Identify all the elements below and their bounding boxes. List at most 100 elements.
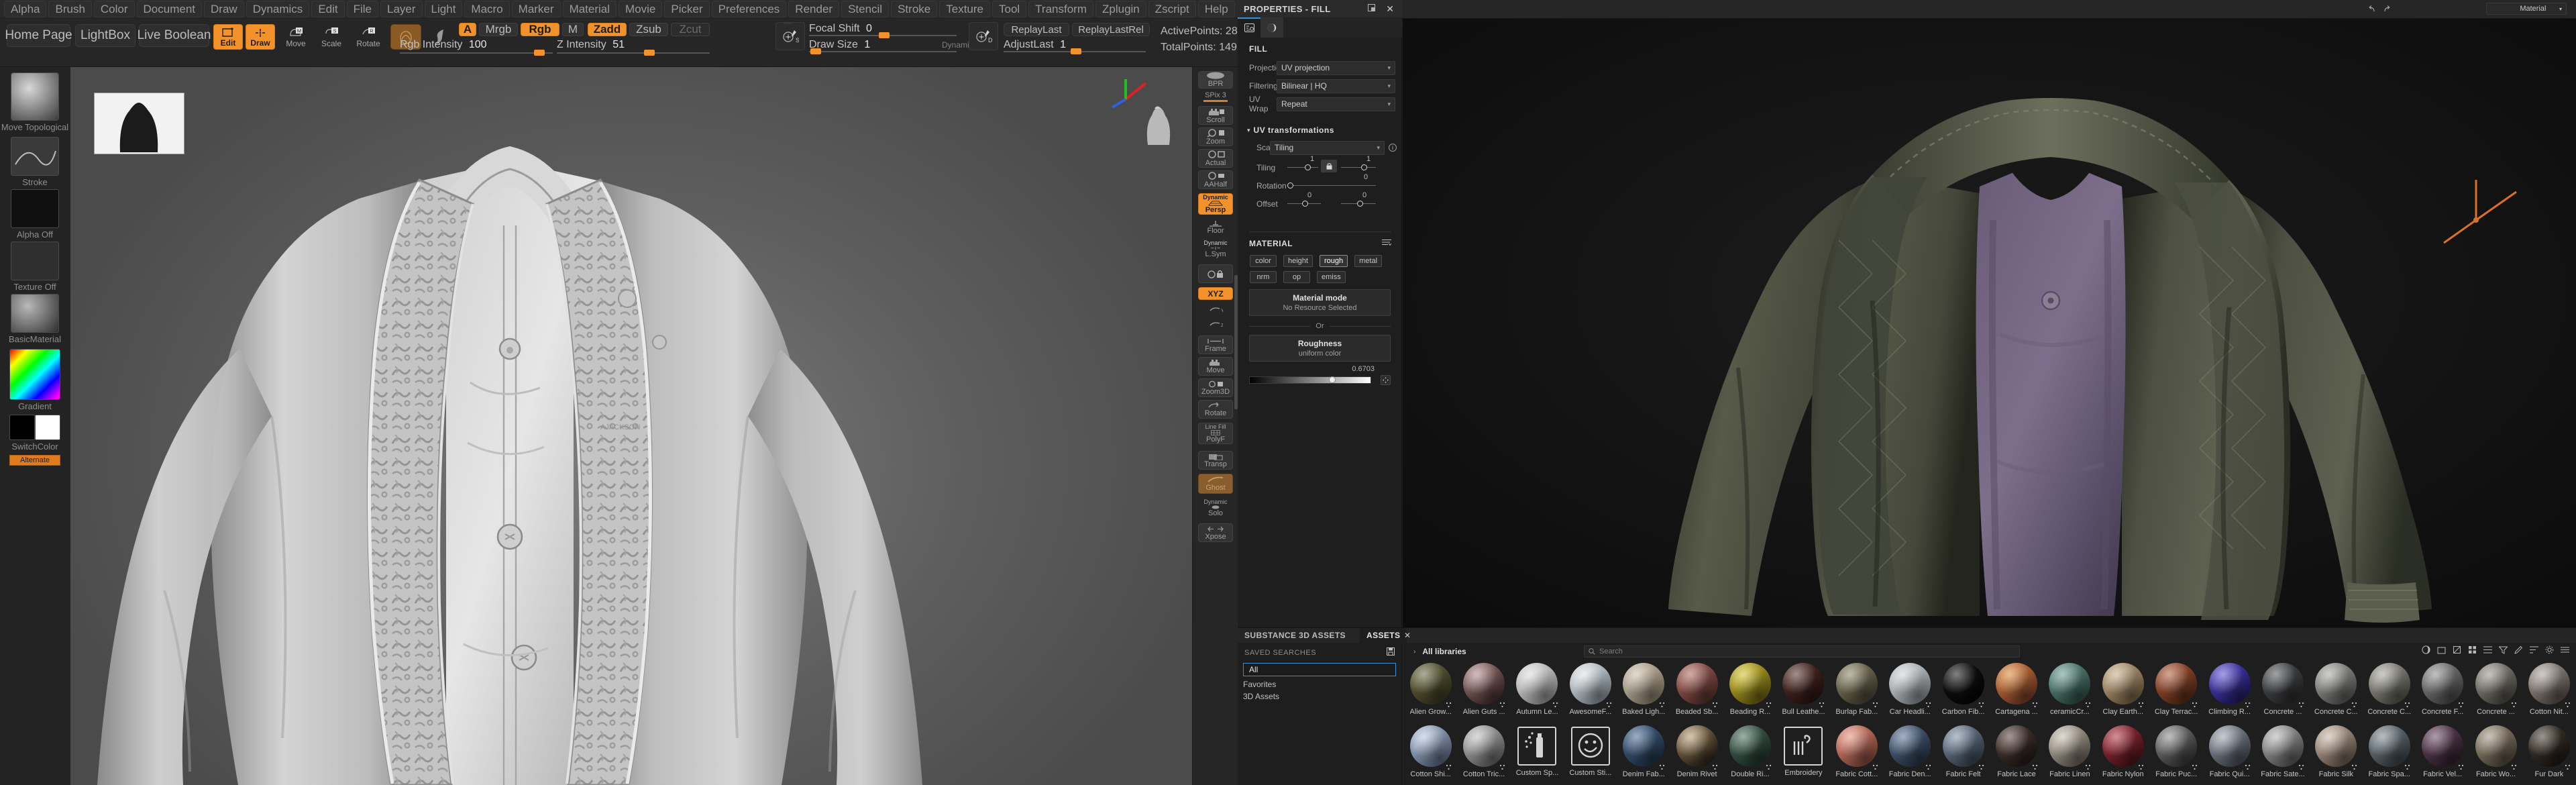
channel-op[interactable]: op	[1283, 271, 1310, 283]
asset-cell[interactable]: Concrete F...	[2416, 660, 2469, 723]
draw-size-slider[interactable]: Draw Size 1	[809, 39, 963, 51]
rotate-mode-button[interactable]: R Rotate	[351, 24, 386, 50]
scale-select[interactable]: Tiling ▾	[1270, 141, 1385, 155]
lightbox-button[interactable]: LightBox	[75, 24, 136, 47]
menu-item-transform[interactable]: Transform	[1028, 1, 1093, 17]
live-boolean-button[interactable]: Live Boolean	[139, 24, 209, 47]
saved-item-favorites[interactable]: Favorites	[1238, 678, 1401, 690]
undo-icon[interactable]	[2365, 3, 2377, 15]
menu-item-tool[interactable]: Tool	[992, 1, 1026, 17]
asset-cell[interactable]: AwesomeF...	[1564, 660, 1617, 723]
solo-button[interactable]: Dynamic Solo	[1198, 498, 1233, 518]
menu-item-light[interactable]: Light	[425, 1, 463, 17]
asset-cell[interactable]: Denim Fab...	[1617, 723, 1670, 785]
asset-cell[interactable]: Cotton Tric...	[1457, 723, 1510, 785]
zoom-button[interactable]: Zoom	[1198, 127, 1233, 146]
close-icon[interactable]: ✕	[1386, 4, 1394, 13]
menu-item-macro[interactable]: Macro	[464, 1, 509, 17]
lsym-button[interactable]: Dynamic L.Sym	[1198, 239, 1233, 259]
menu-item-dynamics[interactable]: Dynamics	[246, 1, 310, 17]
dock-icon[interactable]	[1368, 3, 1375, 15]
edit-mode-button[interactable]: Edit	[213, 24, 243, 50]
roughness-drop-area[interactable]: Roughness uniform color	[1249, 335, 1391, 362]
menu-item-file[interactable]: File	[347, 1, 378, 17]
asset-cell[interactable]: Double Ri...	[1723, 723, 1776, 785]
offset-v-slider[interactable]: 0	[1341, 198, 1376, 210]
asset-cell[interactable]: Custom Sp...	[1511, 723, 1564, 785]
menu-item-zplugin[interactable]: Zplugin	[1095, 1, 1146, 17]
list-view-icon[interactable]	[2483, 645, 2492, 658]
move-mode-button[interactable]: M Move	[280, 24, 312, 50]
zadd-toggle[interactable]: Zadd	[588, 23, 627, 36]
asset-cell[interactable]: Fabric Cott...	[1830, 723, 1883, 785]
asset-cell[interactable]: Fabric Vel...	[2416, 723, 2469, 785]
channel-options-icon[interactable]	[1382, 238, 1391, 250]
filter-icon[interactable]	[2499, 645, 2508, 658]
move-nav-button[interactable]: Move	[1198, 357, 1233, 376]
rgb-toggle[interactable]: Rgb	[521, 23, 559, 36]
menu-item-help[interactable]: Help	[1198, 1, 1235, 17]
spix-label[interactable]: SPix 3	[1193, 91, 1238, 99]
asset-cell[interactable]: Car Headli...	[1884, 660, 1937, 723]
textured-jacket-model[interactable]	[1403, 19, 2576, 627]
persp-button[interactable]: Dynamic Persp	[1198, 193, 1233, 215]
replay-last-rel-button[interactable]: ReplayLastRel	[1072, 23, 1150, 36]
floor-button[interactable]: Floor	[1198, 219, 1233, 236]
asset-cell[interactable]: Climbing R...	[2203, 660, 2256, 723]
m-toggle[interactable]: M	[562, 23, 584, 36]
asset-cell[interactable]: Burlap Fab...	[1830, 660, 1883, 723]
y-axis-button[interactable]: Y	[1198, 303, 1233, 315]
scroll-button[interactable]: Scroll	[1198, 106, 1233, 125]
navigation-thumbnail[interactable]	[1130, 102, 1184, 148]
asset-cell[interactable]: ceramicCr...	[2043, 660, 2096, 723]
asset-cell[interactable]: Alien Guts ...	[1457, 660, 1510, 723]
all-libraries-label[interactable]: All libraries	[1422, 647, 1466, 656]
scale-mode-button[interactable]: S Scale	[315, 24, 347, 50]
menu-item-movie[interactable]: Movie	[619, 1, 662, 17]
asset-cell[interactable]: Denim Rivet	[1670, 723, 1723, 785]
rotate-nav-button[interactable]: Rotate	[1198, 400, 1233, 419]
tab-properties[interactable]	[1238, 17, 1260, 38]
save-icon[interactable]	[1387, 647, 1395, 659]
menu-item-picker[interactable]: Picker	[664, 1, 709, 17]
sphere-preview-icon[interactable]	[2422, 645, 2430, 658]
uvwrap-select[interactable]: Repeat ▾	[1277, 97, 1395, 111]
rgb-intensity-slider[interactable]: Rgb Intensity 100	[400, 39, 554, 52]
spix-slider[interactable]	[1203, 100, 1228, 102]
saved-item-all[interactable]: All	[1243, 663, 1396, 676]
edit-pencil-icon[interactable]	[2514, 645, 2523, 658]
transp-button[interactable]: Transp	[1198, 451, 1233, 470]
menu-item-alpha[interactable]: Alpha	[4, 1, 46, 17]
reset-roughness-button[interactable]	[1381, 375, 1391, 385]
channel-emiss[interactable]: emiss	[1317, 271, 1346, 283]
asset-cell[interactable]: Fabric Silk	[2310, 723, 2363, 785]
color-picker-wheel[interactable]	[9, 349, 60, 400]
material-thumb[interactable]	[11, 294, 59, 333]
asset-cell[interactable]: Autumn Le...	[1511, 660, 1564, 723]
asset-cell[interactable]: Custom Sti...	[1564, 723, 1617, 785]
aahalf-button[interactable]: AAHalf	[1198, 170, 1233, 189]
replay-last-button[interactable]: ReplayLast	[1004, 23, 1069, 36]
asset-search-input[interactable]: Search	[1584, 645, 2020, 658]
asset-cell[interactable]: Bull Leathe...	[1777, 660, 1830, 723]
menu-item-texture[interactable]: Texture	[939, 1, 990, 17]
redo-icon[interactable]	[2382, 3, 2394, 15]
asset-cell[interactable]: Cotton Shi...	[1404, 723, 1457, 785]
info-icon[interactable]: i	[1389, 144, 1397, 152]
asset-cell[interactable]: Fabric Den...	[1884, 723, 1937, 785]
roughness-gradient-slider[interactable]	[1249, 376, 1371, 384]
menu-item-draw[interactable]: Draw	[204, 1, 244, 17]
bpr-button[interactable]: BPR	[1198, 71, 1233, 89]
asset-cell[interactable]: Fabric Felt	[1937, 723, 1990, 785]
asset-cell[interactable]: Carbon Fib...	[1937, 660, 1990, 723]
asset-cell[interactable]: Fabric Nylon	[2096, 723, 2149, 785]
tab-material-preview[interactable]	[1260, 17, 1283, 38]
home-page-button[interactable]: Home Page	[7, 24, 70, 47]
xyz-button[interactable]: XYZ	[1198, 287, 1233, 300]
asset-cell[interactable]: Concrete C...	[2310, 660, 2363, 723]
current-brush-thumb[interactable]	[11, 72, 59, 121]
menu-item-edit[interactable]: Edit	[311, 1, 344, 17]
xpose-button[interactable]: Xpose	[1198, 523, 1233, 542]
mrgb-toggle[interactable]: Mrgb	[479, 23, 518, 36]
channel-rough[interactable]: rough	[1320, 255, 1348, 267]
